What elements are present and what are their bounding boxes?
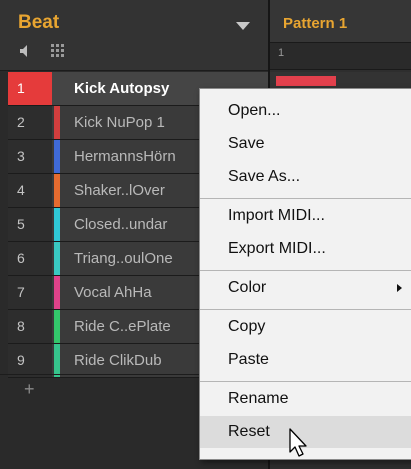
plus-icon[interactable]: + [24,380,38,398]
menu-separator [200,198,411,199]
sound-name: Kick Autopsy [74,80,170,97]
submenu-arrow-icon [397,284,402,292]
sound-color-swatch [54,310,60,343]
sound-number: 1 [8,72,52,105]
menu-item-color[interactable]: Color [200,272,411,304]
sound-number: 7 [8,276,52,309]
menu-item-open[interactable]: Open... [200,95,411,127]
menu-item-paste[interactable]: Paste [200,344,411,376]
menu-item-color-label: Color [228,279,267,296]
speaker-icon[interactable] [19,44,33,58]
step-number: 1 [278,47,285,59]
sound-color-swatch [54,106,60,139]
menu-separator [200,381,411,382]
menu-item-rename[interactable]: Rename [200,383,411,415]
sound-name: Ride C..ePlate [74,318,171,335]
sound-color-swatch [54,344,60,377]
sound-color-swatch [54,208,60,241]
menu-separator [200,309,411,310]
sound-color-swatch [54,140,60,173]
menu-item-import-midi[interactable]: Import MIDI... [200,200,411,232]
sound-number: 9 [8,344,52,377]
sound-name: Triang..oulOne [74,250,173,267]
pattern-title[interactable]: Pattern 1 [283,15,347,32]
grid-icon[interactable] [51,44,65,58]
menu-item-copy[interactable]: Copy [200,311,411,343]
note-event[interactable] [276,76,336,86]
menu-item-save-as[interactable]: Save As... [200,161,411,193]
sound-number: 5 [8,208,52,241]
sound-number: 2 [8,106,52,139]
sound-color-swatch [54,276,60,309]
sound-name: Shaker..lOver [74,182,165,199]
chevron-down-icon[interactable] [236,22,250,30]
mouse-pointer-icon [289,428,307,457]
sound-name: Vocal AhHa [74,284,152,301]
maschine-window: Beat 1 Kick Autopsy 2 Kick NuPop 1 3 Her… [0,0,411,469]
menu-separator [200,270,411,271]
menu-item-save[interactable]: Save [200,128,411,160]
sound-color-swatch [54,174,60,207]
pattern-header: Pattern 1 [270,0,411,43]
sound-number: 3 [8,140,52,173]
sound-name: Kick NuPop 1 [74,114,165,131]
menu-item-export-midi[interactable]: Export MIDI... [200,233,411,265]
sound-color-swatch [54,242,60,275]
sound-name: Ride ClikDub [74,352,162,369]
sound-context-menu: Open... Save Save As... Import MIDI... E… [199,88,411,460]
sound-number: 4 [8,174,52,207]
sound-number: 6 [8,242,52,275]
group-header: Beat [0,0,268,71]
group-title[interactable]: Beat [18,12,59,34]
sound-name: HermannsHörn [74,148,176,165]
sound-name: Closed..undar [74,216,168,233]
step-ruler[interactable]: 1 [270,43,411,70]
sound-number: 8 [8,310,52,343]
